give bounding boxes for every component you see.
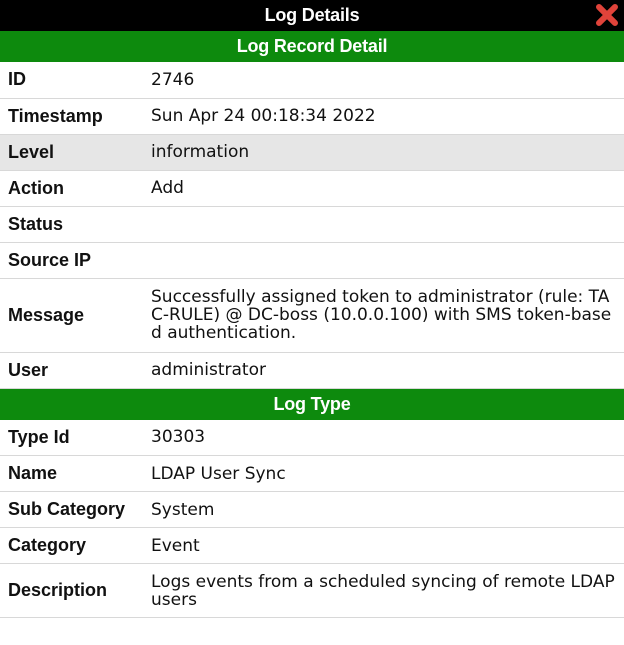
row-label: Name xyxy=(0,455,136,492)
row-label: Source IP xyxy=(0,242,136,279)
row-label: Status xyxy=(0,206,136,243)
row-label: Message xyxy=(0,278,136,353)
row-value: Successfully assigned token to administr… xyxy=(136,278,624,353)
table-row: Name LDAP User Sync xyxy=(0,455,624,492)
logtype-section-title: Log Type xyxy=(273,393,351,414)
row-value: information xyxy=(136,134,624,171)
record-table: ID 2746 Timestamp Sun Apr 24 00:18:34 20… xyxy=(0,62,624,389)
dialog-title: Log Details xyxy=(264,5,360,25)
row-label: Category xyxy=(0,527,136,564)
table-row: Category Event xyxy=(0,527,624,564)
record-section-title: Log Record Detail xyxy=(236,36,388,56)
table-row: Message Successfully assigned token to a… xyxy=(0,278,624,353)
row-label: Timestamp xyxy=(0,98,136,135)
table-row: Sub Category System xyxy=(0,491,624,528)
row-value: 30303 xyxy=(136,419,624,456)
row-value xyxy=(136,206,624,243)
row-value: 2746 xyxy=(136,62,624,99)
logtype-table: Type Id 30303 Name LDAP User Sync Sub Ca… xyxy=(0,419,624,618)
table-row: Type Id 30303 xyxy=(0,419,624,456)
table-row: Source IP xyxy=(0,242,624,279)
row-value: LDAP User Sync xyxy=(136,455,624,492)
row-value: administrator xyxy=(136,352,624,389)
row-label: ID xyxy=(0,62,136,99)
row-label: Type Id xyxy=(0,419,136,456)
table-row: ID 2746 xyxy=(0,62,624,99)
table-row: User administrator xyxy=(0,352,624,389)
row-label: Action xyxy=(0,170,136,207)
row-value: Logs events from a scheduled syncing of … xyxy=(136,563,624,618)
row-value: Event xyxy=(136,527,624,564)
table-row: Action Add xyxy=(0,170,624,207)
row-value: Sun Apr 24 00:18:34 2022 xyxy=(136,98,624,135)
row-label: Description xyxy=(0,563,136,618)
table-row: Description Logs events from a scheduled… xyxy=(0,563,624,618)
record-section-header: Log Record Detail xyxy=(0,31,624,62)
table-row: Level information xyxy=(0,134,624,171)
row-value: Add xyxy=(136,170,624,207)
row-label: Sub Category xyxy=(0,491,136,528)
row-label: Level xyxy=(0,134,136,171)
dialog-titlebar: Log Details xyxy=(0,0,624,31)
logtype-section-header: Log Type xyxy=(0,388,624,420)
close-icon[interactable] xyxy=(594,2,620,28)
row-value xyxy=(136,242,624,279)
table-row: Status xyxy=(0,206,624,243)
table-row: Timestamp Sun Apr 24 00:18:34 2022 xyxy=(0,98,624,135)
row-value: System xyxy=(136,491,624,528)
row-label: User xyxy=(0,352,136,389)
